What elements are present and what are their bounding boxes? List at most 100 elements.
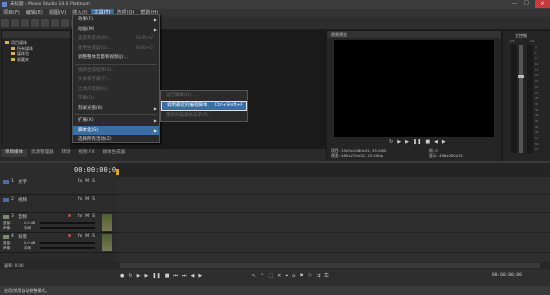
pan-slider[interactable] (40, 247, 95, 249)
next-frame-icon[interactable]: ▶ (198, 273, 202, 279)
play-icon[interactable]: ▶ (144, 273, 148, 279)
marker-icon[interactable]: ⚑ (299, 273, 303, 279)
fx-button[interactable]: fx (78, 214, 82, 219)
menu-view[interactable]: 视图(V) (46, 9, 69, 17)
record-arm-icon[interactable] (68, 214, 71, 217)
track-name[interactable]: 背景 (18, 234, 27, 240)
menu-project[interactable]: 项目(F) (0, 9, 23, 17)
snap-icon[interactable]: ⌂ (292, 273, 295, 279)
fx-button[interactable]: fx (78, 197, 82, 202)
save-icon[interactable] (21, 19, 29, 27)
record-arm-icon[interactable] (68, 234, 71, 237)
envelope-tool-icon[interactable]: ⌃ (260, 273, 264, 279)
go-end-icon[interactable]: ⏭ (182, 273, 187, 279)
fx-button[interactable]: fx (78, 179, 82, 184)
prev-frame-icon[interactable]: ◀ (190, 273, 194, 279)
close-button[interactable]: × (535, 0, 550, 8)
fx-button[interactable]: fx (78, 234, 82, 239)
menu-item-select-all[interactable]: 选择所有活动(Z) (73, 135, 159, 145)
trim-icon[interactable]: ⌖ (285, 273, 288, 279)
menu-item-adjust-volume[interactable]: 调整整体音量和视频(J)... (73, 53, 159, 63)
lock-icon[interactable]: ⚿ (325, 273, 329, 279)
mute-button[interactable]: M (85, 234, 89, 239)
menu-edit[interactable]: 编辑(E) (23, 9, 46, 17)
solo-button[interactable]: S (92, 214, 95, 219)
next-frame-icon[interactable]: ▶ (442, 139, 446, 145)
maximize-button[interactable]: □ (524, 0, 529, 6)
menu-item-effects[interactable]: 效果(F) ▶ (73, 15, 159, 25)
normal-edit-icon[interactable]: ↖ (252, 273, 256, 279)
menu-item-text-titles[interactable]: 文本和字幕(T)... (73, 75, 159, 85)
menu-item-scripting[interactable]: 脚本化(S) ▶ (73, 125, 159, 135)
tab-explorer[interactable]: 资源管理器 (27, 149, 58, 157)
go-start-icon[interactable]: ⏮ (173, 273, 178, 279)
loop-icon[interactable]: ↻ (389, 139, 393, 145)
selection-tool-icon[interactable]: ⬚ (268, 273, 273, 279)
render-icon[interactable] (31, 19, 39, 27)
fader-track[interactable] (518, 45, 524, 153)
delete-icon[interactable]: ✕ (277, 273, 281, 279)
timeline-track-area[interactable] (116, 177, 550, 262)
submenu-item-run-script[interactable]: 运行脚本(O)... (161, 91, 247, 101)
mute-button[interactable]: M (85, 214, 89, 219)
tab-project-media[interactable]: 项目媒体 (1, 149, 27, 157)
record-icon[interactable]: ● (120, 273, 124, 279)
play-icon[interactable]: ▶ (397, 139, 401, 145)
play-start-icon[interactable]: ▶ (137, 273, 141, 279)
cut-icon[interactable] (51, 19, 59, 27)
submenu-item-recent-script[interactable]: 调用最近的编程脚本 Ctrl+Shift+F (161, 100, 247, 111)
track-header-3[interactable]: 3 音频 fx M S 音量: 0.0 dB 声像: 中间 (0, 213, 116, 233)
track-header-2[interactable]: 2 视频 fx M S (0, 195, 116, 213)
play-start-icon[interactable]: ▶ (405, 139, 409, 145)
stop-icon[interactable]: ■ (165, 273, 170, 279)
minimize-button[interactable]: — (512, 1, 517, 7)
horizontal-scrollbar[interactable] (120, 263, 540, 268)
auto-ripple-icon[interactable]: ⇉ (316, 273, 320, 279)
track-header-4[interactable]: 4 背景 fx M S 音量: 0.0 dB 声像: 中间 (0, 233, 116, 253)
preview-screen[interactable] (334, 40, 494, 137)
stop-icon[interactable]: ■ (425, 139, 430, 145)
track-name[interactable]: 视频 (18, 197, 27, 203)
menu-item-animation[interactable]: 动画(M) ▶ (73, 25, 159, 35)
menu-separator (75, 63, 157, 65)
solo-button[interactable]: S (92, 197, 95, 202)
prev-frame-icon[interactable]: ◀ (434, 139, 438, 145)
mute-button[interactable]: M (85, 179, 89, 184)
menu-item-speed-pitch[interactable]: 速度和音调(M)... Shift+V (73, 34, 159, 44)
edit-tools: ↖ ⌃ ⬚ ✕ ⌖ ⌂ ⚑ ⚐ ⇉ ⚿ (250, 273, 330, 279)
volume-slider[interactable] (40, 222, 95, 224)
menu-item-subtitles[interactable]: 字幕(O) (73, 94, 159, 104)
timeline-ruler[interactable] (116, 163, 550, 178)
tab-transitions[interactable]: 转场 (58, 149, 75, 157)
meter-right (527, 45, 533, 153)
new-project-icon[interactable] (1, 19, 9, 27)
tab-media-generators[interactable]: 媒体生成器 (99, 149, 130, 157)
pause-icon[interactable]: ❚❚ (413, 139, 421, 145)
menu-item-generator[interactable]: 使用生成器(G)... Shift+G (73, 44, 159, 54)
region-icon[interactable]: ⚐ (308, 273, 312, 279)
submenu-item-rescan[interactable]: 重新扫描脚本菜单(R) (161, 111, 247, 121)
solo-button[interactable]: S (92, 179, 95, 184)
properties-icon[interactable] (41, 19, 49, 27)
preview-info-left: 项目: 1920x1080x32, 25.000i 预览: 480x270x32… (331, 148, 387, 158)
track-name[interactable]: 文字 (18, 179, 27, 185)
volume-slider[interactable] (40, 242, 95, 244)
solo-button[interactable]: S (92, 234, 95, 239)
pause-icon[interactable]: ❚❚ (152, 273, 160, 279)
mute-button[interactable]: M (85, 197, 89, 202)
copy-icon[interactable] (61, 19, 69, 27)
tree-item-favorites[interactable]: 收藏夹 (5, 57, 67, 63)
menu-item-stereo-audio[interactable]: 立体声音频(S)... (73, 85, 159, 95)
menu-item-compositor[interactable]: 视频合成程序(S)... (73, 66, 159, 76)
menu-item-extensions[interactable]: 扩展(X) ▶ (73, 116, 159, 126)
open-icon[interactable] (11, 19, 19, 27)
cursor-marker[interactable] (116, 169, 119, 175)
fader-handle[interactable] (518, 75, 524, 78)
loop-icon[interactable]: ↻ (128, 273, 132, 279)
tab-video-fx[interactable]: 视频 FX (75, 149, 99, 157)
chevron-right-icon: ▶ (153, 127, 157, 133)
track-header-1[interactable]: 1 文字 fx M S (0, 177, 116, 195)
track-name[interactable]: 音频 (18, 214, 27, 220)
pan-slider[interactable] (40, 227, 95, 229)
menu-item-burn-disc[interactable]: 刻录光盘(B) ▶ (73, 104, 159, 114)
